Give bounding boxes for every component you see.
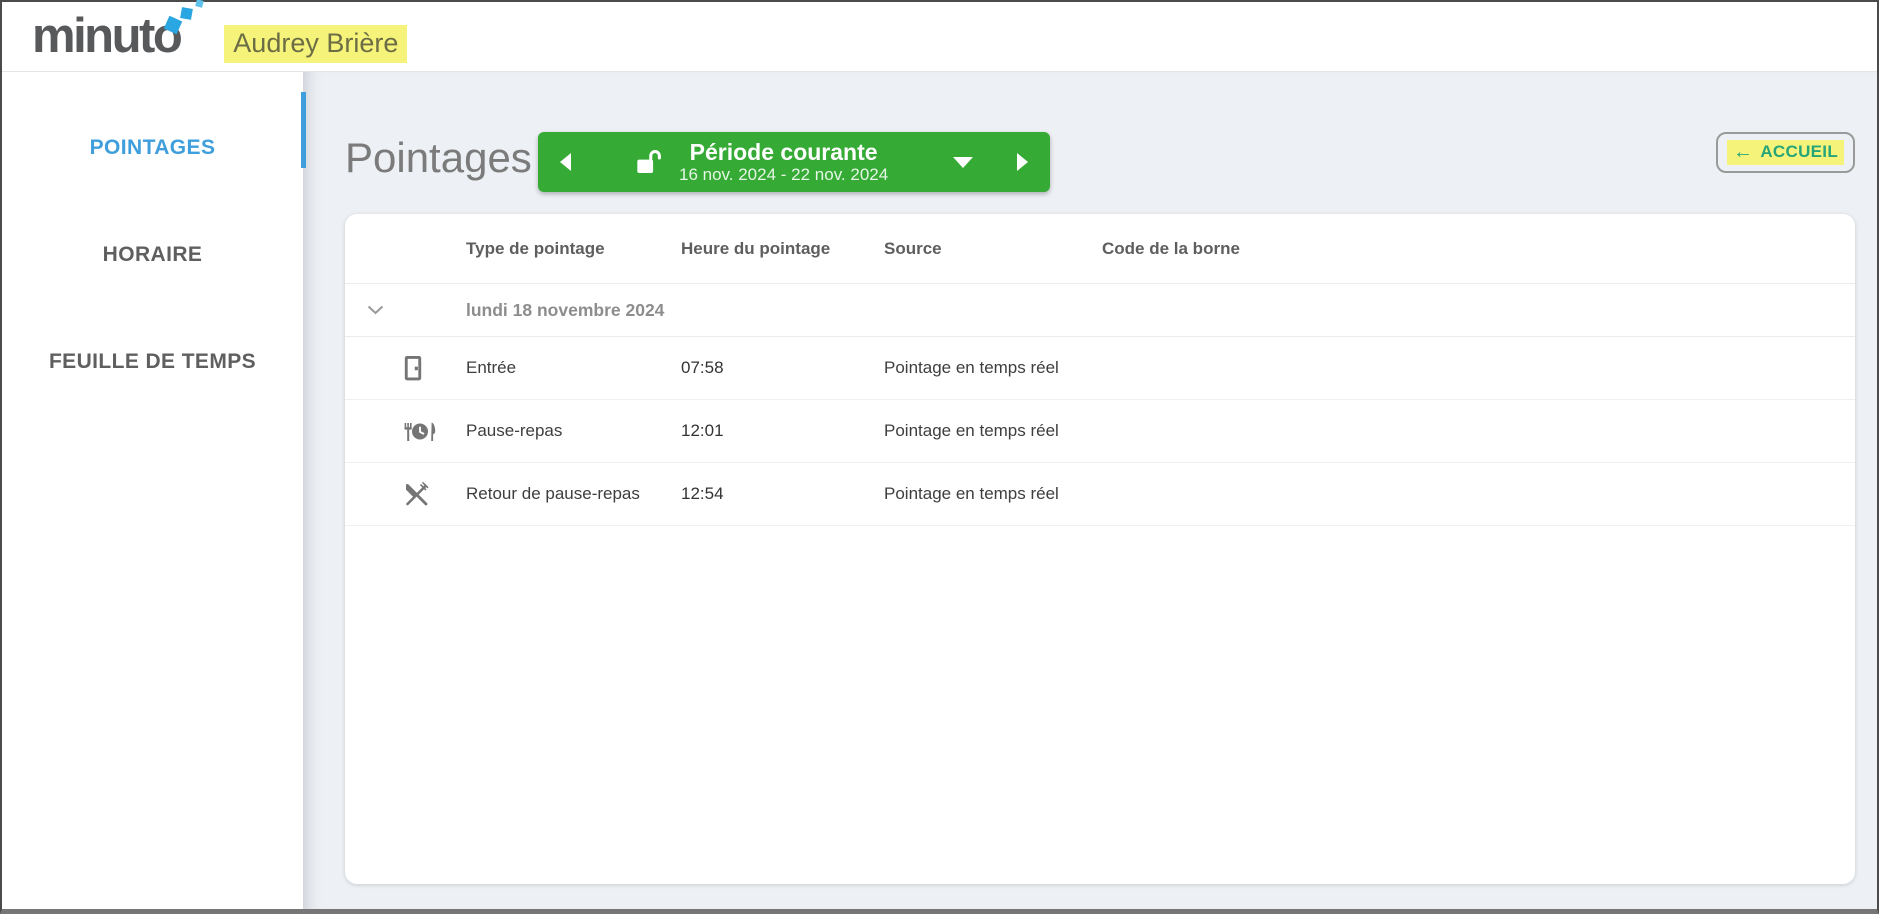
pointage-time: 12:54: [681, 484, 724, 503]
logo-accent-icon: [195, 0, 205, 8]
sidebar-item-pointages[interactable]: POINTAGES: [2, 94, 303, 201]
pointage-time: 07:58: [681, 358, 724, 377]
active-item-indicator: [301, 92, 306, 168]
collapse-group-control[interactable]: [345, 305, 466, 315]
app-window: minuto Audrey Brière POINTAGES HORAIRE F…: [0, 0, 1879, 914]
meal-return-icon: [345, 481, 466, 508]
column-header-heure: Heure du pointage: [681, 238, 831, 258]
sidebar-item-label: HORAIRE: [102, 242, 203, 266]
pointage-source: Pointage en temps réel: [884, 421, 1059, 440]
accueil-button[interactable]: ← ACCUEIL: [1716, 132, 1855, 173]
pointage-type: Retour de pause-repas: [466, 484, 640, 503]
table-row: Retour de pause-repas 12:54 Pointage en …: [345, 463, 1855, 526]
logo-accent-icon: [180, 7, 194, 20]
pointage-source: Pointage en temps réel: [884, 358, 1059, 377]
door-entry-icon: [345, 355, 466, 382]
pointage-time: 12:01: [681, 421, 724, 440]
meal-break-icon: [345, 419, 466, 444]
column-header-type: Type de pointage: [466, 238, 605, 258]
period-selector[interactable]: Période courante 16 nov. 2024 - 22 nov. …: [538, 132, 1050, 192]
accueil-label: ACCUEIL: [1760, 142, 1838, 161]
pointage-type: Entrée: [466, 358, 517, 377]
pointage-type: Pause-repas: [466, 421, 563, 440]
app-header: minuto Audrey Brière: [2, 0, 1877, 72]
table-header-row: Type de pointage Heure du pointage Sourc…: [345, 214, 1855, 284]
sidebar-item-label: POINTAGES: [89, 135, 216, 159]
pointages-table: Type de pointage Heure du pointage Sourc…: [345, 214, 1855, 884]
table-row: Entrée 07:58 Pointage en temps réel: [345, 337, 1855, 400]
accueil-button-inner: ← ACCUEIL: [1727, 140, 1844, 165]
minuto-logo: minuto: [32, 0, 206, 63]
logo-text: minuto: [32, 9, 183, 63]
sidebar-item-label: FEUILLE DE TEMPS: [48, 349, 257, 373]
next-period-icon[interactable]: [1017, 153, 1028, 171]
sidebar-item-horaire[interactable]: HORAIRE: [2, 201, 303, 308]
column-header-source: Source: [884, 238, 942, 258]
main-content: Pointages Période courante 16 nov. 2024 …: [303, 72, 1877, 909]
date-group-row: lundi 18 novembre 2024: [345, 284, 1855, 337]
pointage-source: Pointage en temps réel: [884, 484, 1059, 503]
period-label: Période courante 16 nov. 2024 - 22 nov. …: [679, 139, 888, 186]
sidebar: POINTAGES HORAIRE FEUILLE DE TEMPS: [2, 72, 303, 909]
table-row: Pause-repas 12:01 Pointage en temps réel: [345, 400, 1855, 463]
back-arrow-icon: ←: [1733, 141, 1754, 163]
page-title: Pointages: [345, 134, 532, 181]
period-title: Période courante: [689, 138, 878, 165]
period-dropdown-icon[interactable]: [953, 156, 973, 168]
period-date-range: 16 nov. 2024 - 22 nov. 2024: [679, 165, 889, 185]
group-date-label: lundi 18 novembre 2024: [466, 299, 665, 320]
chevron-down-icon: [367, 305, 384, 315]
current-user-name: Audrey Brière: [224, 24, 408, 63]
previous-period-icon[interactable]: [560, 153, 571, 171]
lock-open-icon: [635, 149, 663, 176]
column-header-borne: Code de la borne: [1102, 238, 1240, 258]
sidebar-item-feuille-de-temps[interactable]: FEUILLE DE TEMPS: [2, 308, 303, 415]
